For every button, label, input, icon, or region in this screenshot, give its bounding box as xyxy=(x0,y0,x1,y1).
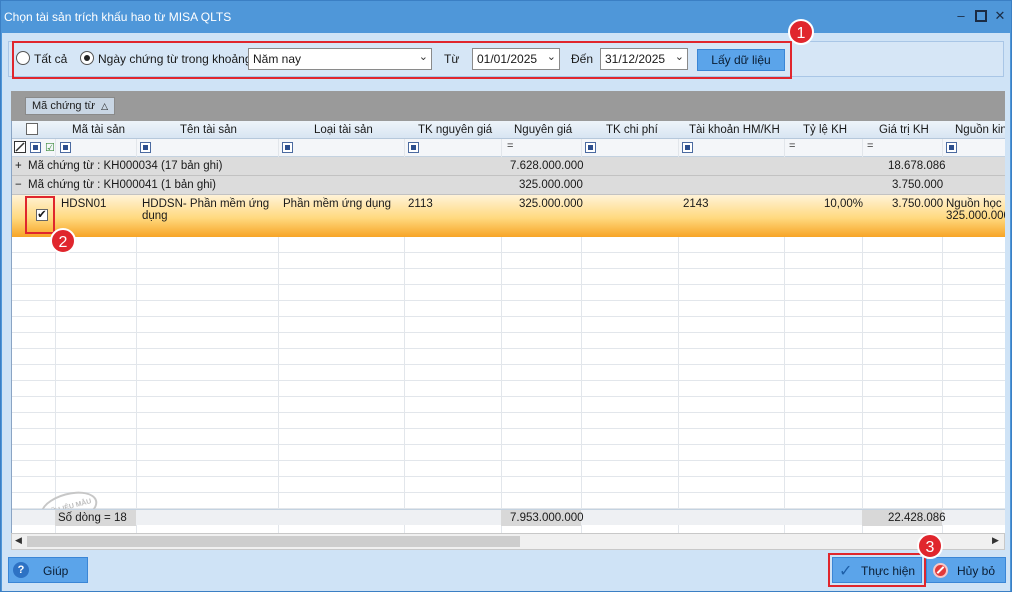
empty-row xyxy=(12,253,1005,269)
cancel-button-label: Hủy bỏ xyxy=(957,564,996,578)
group-row-gia-tri-kh: 18.678.086 xyxy=(888,160,946,172)
help-icon: ? xyxy=(13,562,29,578)
cell-ten-tai-san-line1: HDDSN- Phần mềm ứng xyxy=(142,198,270,210)
highlight-box-checkbox xyxy=(25,196,55,234)
empty-row xyxy=(12,285,1005,301)
filter-ten-tai-san-icon[interactable] xyxy=(140,142,151,153)
edit-filter-icon[interactable] xyxy=(14,141,26,156)
expand-icon[interactable]: + xyxy=(15,160,22,172)
group-row-label: Mã chứng từ : KH000034 (17 bản ghi) xyxy=(28,160,223,172)
empty-row xyxy=(12,349,1005,365)
help-button[interactable]: ? Giúp xyxy=(8,557,88,583)
cell-gia-tri-kh: 3.750.000 xyxy=(892,198,944,210)
summary-row-count: Số dòng = 18 xyxy=(58,512,127,524)
group-chip-label: Mã chứng từ xyxy=(32,100,96,112)
group-row-gia-tri-kh: 3.750.000 xyxy=(892,179,944,191)
filter-tk-hm-kh-icon[interactable] xyxy=(682,142,693,153)
col-header-tk-nguyen-gia[interactable]: TK nguyên giá xyxy=(418,124,492,136)
select-all-checkbox[interactable] xyxy=(26,123,38,138)
empty-row xyxy=(12,397,1005,413)
step-badge-2: 2 xyxy=(50,228,76,254)
group-by-panel: Mã chứng từ △ xyxy=(11,91,1005,121)
empty-row xyxy=(12,317,1005,333)
dialog-window: Chọn tài sản trích khấu hao từ MISA QLTS… xyxy=(0,0,1012,592)
cell-tk-hm-kh: 2143 xyxy=(683,198,709,210)
filter-loai-tai-san-icon[interactable] xyxy=(282,142,293,153)
close-icon[interactable]: ✕ xyxy=(992,7,1008,25)
checked-filter-icon[interactable]: ☑ xyxy=(45,141,55,154)
empty-row xyxy=(12,445,1005,461)
step-badge-1: 1 xyxy=(788,19,814,45)
table-row[interactable]: ✔ HDSN01 HDDSN- Phần mềm ứng dụng Phần m… xyxy=(12,195,1005,237)
col-header-nguyen-gia[interactable]: Nguyên giá xyxy=(514,124,572,136)
cell-nguon-line1: Nguồn học p xyxy=(946,198,1005,210)
empty-row xyxy=(12,413,1005,429)
collapse-icon[interactable]: − xyxy=(15,179,22,191)
filter-tk-chi-phi-icon[interactable] xyxy=(585,142,596,153)
col-header-ma-tai-san[interactable]: Mã tài sản xyxy=(72,124,125,136)
summary-gia-tri-kh: 22.428.086 xyxy=(888,512,946,524)
col-header-ten-tai-san[interactable]: Tên tài sản xyxy=(180,124,237,136)
empty-row xyxy=(12,493,1005,509)
summary-nguyen-gia: 7.953.000.000 xyxy=(510,512,584,524)
col-header-tai-khoan-hm-kh[interactable]: Tài khoản HM/KH xyxy=(689,124,780,136)
empty-row xyxy=(12,429,1005,445)
filter-checkbox-icon[interactable] xyxy=(30,142,41,153)
col-header-nguon-kinh-phi[interactable]: Nguồn kinh xyxy=(955,124,1005,136)
dialog-body: Tất cả Ngày chứng từ trong khoảng Năm na… xyxy=(2,19,1010,591)
filter-ma-tai-san-icon[interactable] xyxy=(60,142,71,153)
empty-row xyxy=(12,269,1005,285)
minimize-icon[interactable]: – xyxy=(953,7,969,25)
cell-loai-tai-san: Phần mềm ứng dụng xyxy=(283,198,392,210)
sort-asc-icon: △ xyxy=(101,101,109,111)
col-header-loai-tai-san[interactable]: Loại tài sản xyxy=(314,124,373,136)
empty-row xyxy=(12,461,1005,477)
cancel-icon xyxy=(933,563,948,578)
maximize-icon[interactable] xyxy=(973,7,989,25)
grid-summary-row: Số dòng = 18 7.953.000.000 22.428.086 xyxy=(12,509,1005,526)
filter-equals-nguyen-gia-icon[interactable]: = xyxy=(507,140,513,152)
cell-ma-tai-san: HDSN01 xyxy=(61,198,107,210)
asset-grid: Mã tài sản Tên tài sản Loại tài sản TK n… xyxy=(11,121,1005,533)
col-header-gia-tri-kh[interactable]: Giá trị KH xyxy=(879,124,929,136)
cell-ten-tai-san-line2: dụng xyxy=(142,210,168,222)
filter-nguon-icon[interactable] xyxy=(946,142,957,153)
group-row-nguyen-gia: 7.628.000.000 xyxy=(510,160,584,172)
help-button-label: Giúp xyxy=(43,564,69,578)
grid-filter-row: ☑ = = = xyxy=(12,139,1005,157)
empty-row xyxy=(12,477,1005,493)
empty-row xyxy=(12,333,1005,349)
horizontal-scrollbar[interactable]: ◀ ▶ xyxy=(11,533,1005,550)
scrollbar-thumb[interactable] xyxy=(27,536,520,547)
cell-tk-nguyen-gia: 2113 xyxy=(408,198,433,210)
cell-nguyen-gia: 325.000.000 xyxy=(519,198,583,210)
group-chip-voucher[interactable]: Mã chứng từ △ xyxy=(25,97,116,115)
title-bar: Chọn tài sản trích khấu hao từ MISA QLTS… xyxy=(1,1,1011,33)
group-row-nguyen-gia: 325.000.000 xyxy=(519,179,583,191)
group-row-kh000041[interactable]: − Mã chứng từ : KH000041 (1 bản ghi) 325… xyxy=(12,176,1005,195)
cell-ty-le-kh: 10,00% xyxy=(824,198,864,210)
scroll-left-icon[interactable]: ◀ xyxy=(15,535,22,546)
window-title: Chọn tài sản trích khấu hao từ MISA QLTS xyxy=(4,10,232,24)
empty-row xyxy=(12,237,1005,253)
filter-equals-ty-le-icon[interactable]: = xyxy=(789,140,795,152)
cancel-button[interactable]: Hủy bỏ xyxy=(926,557,1006,583)
cell-nguon-line2: 325.000.000 xyxy=(946,210,1005,222)
empty-row xyxy=(12,365,1005,381)
step-badge-3: 3 xyxy=(917,533,943,559)
highlight-box-filter xyxy=(12,41,792,79)
highlight-box-execute xyxy=(828,553,926,587)
group-row-label: Mã chứng từ : KH000041 (1 bản ghi) xyxy=(28,179,217,191)
filter-tk-nguyen-gia-icon[interactable] xyxy=(408,142,419,153)
grid-header: Mã tài sản Tên tài sản Loại tài sản TK n… xyxy=(12,121,1005,139)
empty-row xyxy=(12,301,1005,317)
col-header-tk-chi-phi[interactable]: TK chi phí xyxy=(606,124,658,136)
group-row-kh000034[interactable]: + Mã chứng từ : KH000034 (17 bản ghi) 7.… xyxy=(12,157,1005,176)
col-header-ty-le-kh[interactable]: Tỷ lệ KH xyxy=(803,124,847,136)
empty-row xyxy=(12,381,1005,397)
filter-equals-gia-tri-icon[interactable]: = xyxy=(867,140,873,152)
scroll-right-icon[interactable]: ▶ xyxy=(992,535,999,546)
